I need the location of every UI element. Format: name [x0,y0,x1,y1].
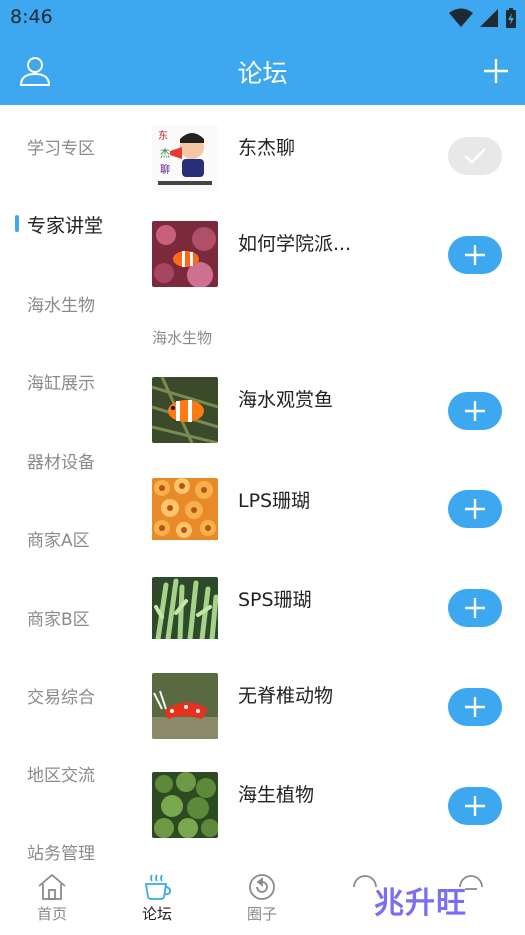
home-icon [38,873,66,900]
sidebar-item-site-admin[interactable]: 站务管理 [27,839,95,864]
sidebar-item-trading[interactable]: 交易综合 [27,683,95,708]
forum-thumbnail [152,577,218,643]
forum-name: LPS珊瑚 [238,490,311,512]
forum-name: 海水观赏鱼 [238,389,334,411]
tab-label: 圈子 [246,905,277,923]
plus-icon [465,598,485,618]
svg-text:聊: 聊 [160,163,170,176]
check-icon [464,148,486,164]
forum-thumbnail [152,377,218,443]
forum-thumbnail: 东 杰 聊 [152,125,218,191]
sidebar-item-tank-showcase[interactable]: 海缸展示 [27,369,95,394]
list-item[interactable]: 无脊椎动物 [135,673,525,753]
forum-name: 无脊椎动物 [238,685,334,707]
follow-button[interactable] [448,236,502,274]
section-title: 海水生物 [152,329,213,347]
sidebar-item-regional[interactable]: 地区交流 [27,761,95,786]
svg-text:杰: 杰 [160,148,170,160]
forum-list: 东 杰 聊 东杰聊 如何学院派... 海水生物 海水观赏鱼 LPS珊瑚 SPS珊… [135,105,525,865]
forum-thumbnail [152,772,218,838]
forum-name: SPS珊瑚 [238,589,312,611]
follow-button[interactable] [448,490,502,528]
list-item[interactable]: 海水观赏鱼 [135,377,525,457]
follow-button[interactable] [448,392,502,430]
follow-button[interactable] [448,787,502,825]
app-screen: 8:46 论坛 学习专区 专家讲堂 海水生物 海缸展示 器材设备 商家A区 商家… [0,0,525,935]
sidebar-item-learning[interactable]: 学习专区 [27,134,95,159]
active-indicator [15,215,19,232]
follow-button[interactable] [448,688,502,726]
forum-thumbnail [152,673,218,739]
sidebar-item-marine-life[interactable]: 海水生物 [27,291,95,316]
sidebar-item-merchant-b[interactable]: 商家B区 [27,605,90,630]
watermark: 兆升旺 [374,886,467,921]
forum-thumbnail [152,478,218,544]
plus-icon [465,796,485,816]
wifi-icon [449,8,473,27]
status-time: 8:46 [10,6,53,28]
plus-icon [465,499,485,519]
list-item[interactable]: 东 杰 聊 东杰聊 [135,125,525,205]
circle-icon [249,874,275,900]
forum-thumbnail [152,221,218,287]
tab-forum[interactable]: 论坛 [122,873,192,924]
tab-label: 首页 [36,905,67,923]
sidebar-item-experts[interactable]: 专家讲堂 [27,211,103,238]
signal-icon [480,9,498,27]
add-button[interactable] [476,51,516,91]
status-bar: 8:46 [0,0,525,36]
tab-home[interactable]: 首页 [17,873,87,924]
forum-name: 如何学院派... [238,233,352,255]
tab-circle[interactable]: 圈子 [227,873,297,924]
category-sidebar: 学习专区 专家讲堂 海水生物 海缸展示 器材设备 商家A区 商家B区 交易综合 … [0,105,135,865]
list-item[interactable]: 如何学院派... [135,221,525,301]
cup-icon [144,874,172,900]
plus-icon [465,245,485,265]
follow-button[interactable] [448,589,502,627]
battery-icon [506,8,516,28]
list-item[interactable]: 海生植物 [135,772,525,852]
plus-icon [465,401,485,421]
forum-name: 东杰聊 [238,137,296,159]
page-title: 论坛 [237,59,288,88]
status-icons [449,6,517,30]
plus-icon [484,59,508,83]
sidebar-item-equipment[interactable]: 器材设备 [27,448,95,473]
forum-name: 海生植物 [238,784,315,806]
followed-button[interactable] [448,137,502,175]
list-item[interactable]: LPS珊瑚 [135,478,525,558]
tab-label: 论坛 [141,905,172,923]
app-header: 论坛 [0,36,525,105]
plus-icon [465,697,485,717]
sidebar-item-merchant-a[interactable]: 商家A区 [27,526,90,551]
svg-text:东: 东 [158,129,168,142]
list-item[interactable]: SPS珊瑚 [135,577,525,657]
